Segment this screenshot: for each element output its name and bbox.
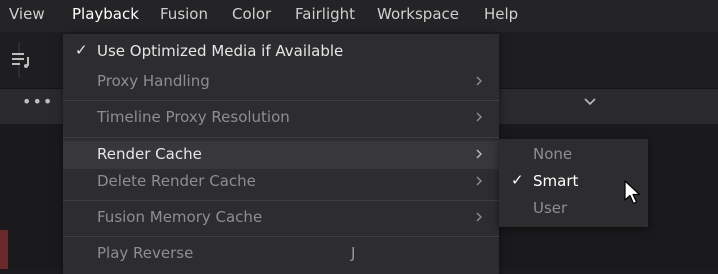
menu-bar: View Playback Fusion Color Fairlight Wor… bbox=[0, 0, 718, 32]
submenu-item-label: None bbox=[533, 145, 573, 163]
list-music-icon[interactable] bbox=[10, 48, 34, 72]
check-icon: ✓ bbox=[511, 171, 524, 189]
menu-item-label: Timeline Proxy Resolution bbox=[97, 108, 290, 126]
menu-item-play-reverse[interactable]: Play Reverse J bbox=[63, 240, 499, 268]
menu-item-proxy-handling[interactable]: Proxy Handling bbox=[63, 68, 499, 96]
menu-separator bbox=[63, 236, 499, 237]
playback-menu: ✓ Use Optimized Media if Available Proxy… bbox=[63, 34, 499, 274]
check-icon: ✓ bbox=[75, 41, 88, 59]
menu-workspace[interactable]: Workspace bbox=[377, 0, 459, 32]
chevron-right-icon bbox=[476, 76, 482, 86]
menu-playback[interactable]: Playback bbox=[72, 0, 139, 32]
chevron-right-icon bbox=[476, 112, 482, 122]
menu-help[interactable]: Help bbox=[484, 0, 518, 32]
chevron-down-icon[interactable] bbox=[580, 94, 600, 110]
shortcut-label: J bbox=[351, 244, 356, 262]
menu-view[interactable]: View bbox=[9, 0, 45, 32]
menu-item-label: Render Cache bbox=[97, 145, 202, 163]
submenu-item-label: Smart bbox=[533, 172, 579, 190]
menu-item-label: Play Reverse bbox=[97, 244, 194, 262]
chevron-right-icon bbox=[476, 176, 482, 186]
chevron-right-icon bbox=[476, 212, 482, 222]
menu-item-use-optimized-media[interactable]: ✓ Use Optimized Media if Available bbox=[63, 38, 499, 66]
menu-fairlight[interactable]: Fairlight bbox=[295, 0, 355, 32]
menu-item-fusion-memory-cache[interactable]: Fusion Memory Cache bbox=[63, 204, 499, 232]
menu-item-label: Proxy Handling bbox=[97, 72, 210, 90]
menu-fusion[interactable]: Fusion bbox=[160, 0, 208, 32]
clip-marker bbox=[0, 230, 8, 269]
menu-separator bbox=[63, 100, 499, 101]
menu-separator bbox=[63, 200, 499, 201]
menu-separator bbox=[63, 137, 499, 138]
menu-item-delete-render-cache[interactable]: Delete Render Cache bbox=[63, 168, 499, 196]
submenu-item-none[interactable]: None bbox=[499, 142, 648, 168]
menu-item-timeline-proxy-resolution[interactable]: Timeline Proxy Resolution bbox=[63, 104, 499, 132]
menu-item-label: Delete Render Cache bbox=[97, 172, 256, 190]
chevron-right-icon bbox=[476, 149, 482, 159]
menu-item-label: Use Optimized Media if Available bbox=[97, 42, 344, 60]
menu-item-render-cache[interactable]: Render Cache bbox=[63, 141, 499, 169]
submenu-item-label: User bbox=[533, 199, 568, 217]
mouse-cursor-icon bbox=[624, 180, 641, 205]
menu-color[interactable]: Color bbox=[232, 0, 271, 32]
menu-item-label: Fusion Memory Cache bbox=[97, 208, 263, 226]
more-options-button[interactable]: ••• bbox=[22, 92, 53, 111]
